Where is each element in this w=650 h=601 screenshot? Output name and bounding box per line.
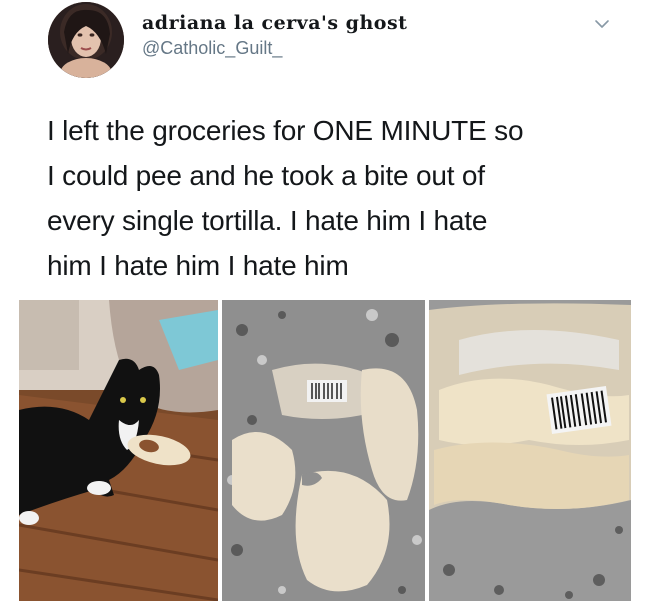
- cat-with-tortilla-photo[interactable]: [19, 300, 218, 601]
- tweet-text-line: I left the groceries for ONE MINUTE so: [47, 115, 524, 146]
- avatar-image: [48, 2, 124, 78]
- author-display-name[interactable]: adriana la cerva's ghost: [142, 12, 407, 34]
- tweet-text-line: every single tortilla. I hate him I hate: [47, 205, 488, 236]
- tweet-media-grid: [19, 300, 631, 601]
- author-name-block: adriana la cerva's ghost @Catholic_Guilt…: [142, 12, 407, 59]
- tweet-text: I left the groceries for ONE MINUTE so I…: [47, 108, 617, 288]
- tweet-header: adriana la cerva's ghost @Catholic_Guilt…: [46, 2, 616, 80]
- avatar[interactable]: [48, 2, 124, 78]
- chevron-down-icon[interactable]: [592, 14, 612, 34]
- tortilla-package-photo[interactable]: [429, 300, 631, 601]
- tweet-text-line: I could pee and he took a bite out of: [47, 160, 485, 191]
- bitten-tortillas-on-counter-photo[interactable]: [222, 300, 425, 601]
- tweet-text-line: him I hate him I hate him: [47, 250, 349, 281]
- author-handle[interactable]: @Catholic_Guilt_: [142, 38, 407, 59]
